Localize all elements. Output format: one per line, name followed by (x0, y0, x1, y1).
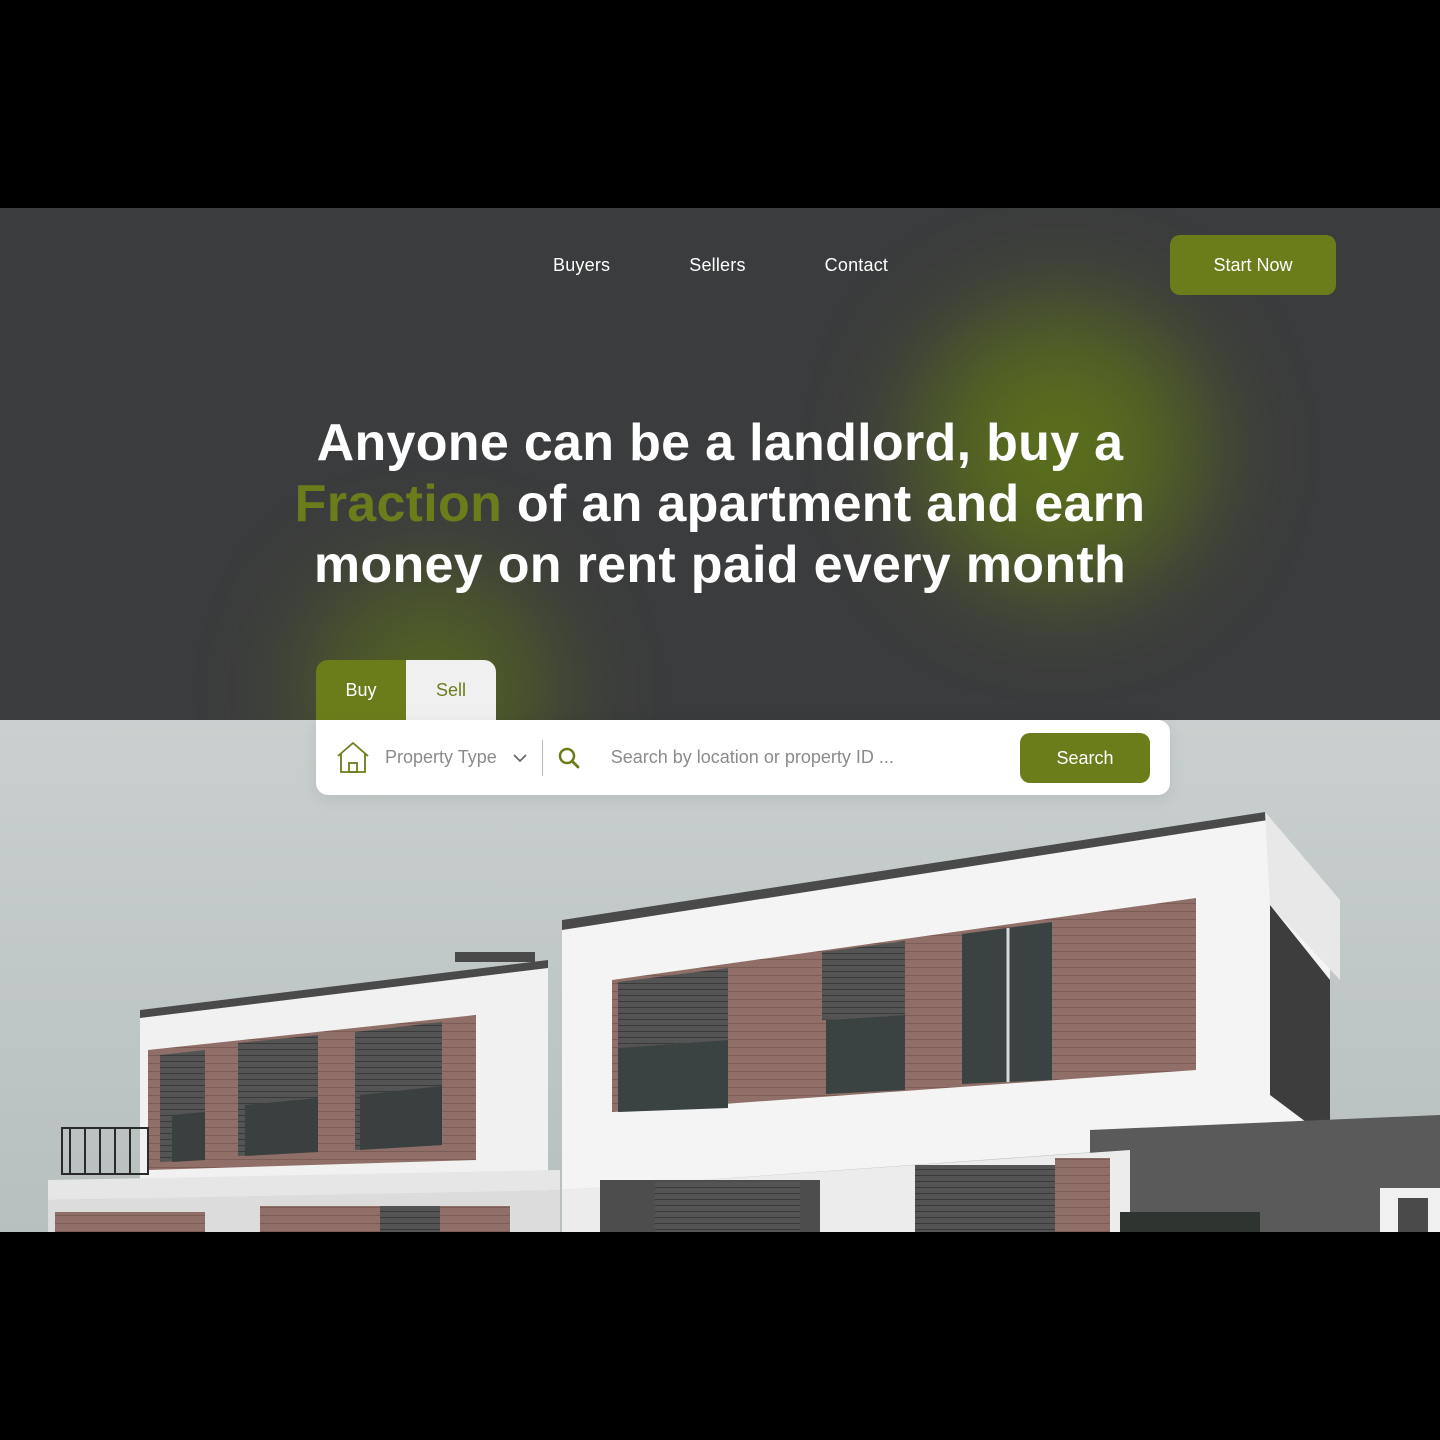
page-frame: Buyers Sellers Contact Start Now Anyone … (0, 208, 1440, 1232)
hero-headline: Anyone can be a landlord, buy a Fraction… (220, 413, 1220, 596)
buy-sell-tabs: Buy Sell (316, 660, 496, 720)
headline-line-3: money on rent paid every month (313, 536, 1127, 594)
property-type-label: Property Type (385, 747, 497, 767)
search-button[interactable]: Search (1020, 733, 1150, 783)
search-input[interactable] (608, 746, 993, 769)
headline-accent-word: Fraction (294, 475, 503, 533)
tab-buy[interactable]: Buy (316, 660, 406, 720)
house-icon (337, 741, 369, 773)
property-search-bar: Property Type Search (316, 720, 1170, 795)
start-now-button[interactable]: Start Now (1170, 235, 1336, 295)
headline-line-1: Anyone can be a landlord, buy a (316, 414, 1124, 472)
property-type-dropdown[interactable]: Property Type (336, 720, 528, 795)
main-nav: Buyers Sellers Contact (553, 255, 888, 276)
building-photo (0, 720, 1440, 1232)
tab-sell[interactable]: Sell (406, 660, 496, 720)
search-divider (541, 739, 543, 776)
hero-section: Buyers Sellers Contact Start Now Anyone … (0, 208, 1440, 720)
nav-link-buyers[interactable]: Buyers (553, 255, 610, 276)
headline-line-2: of an apartment and earn (502, 475, 1146, 533)
nav-link-sellers[interactable]: Sellers (689, 255, 745, 276)
nav-link-contact[interactable]: Contact (825, 255, 888, 276)
search-icon (558, 747, 580, 768)
chevron-down-icon (513, 753, 527, 762)
